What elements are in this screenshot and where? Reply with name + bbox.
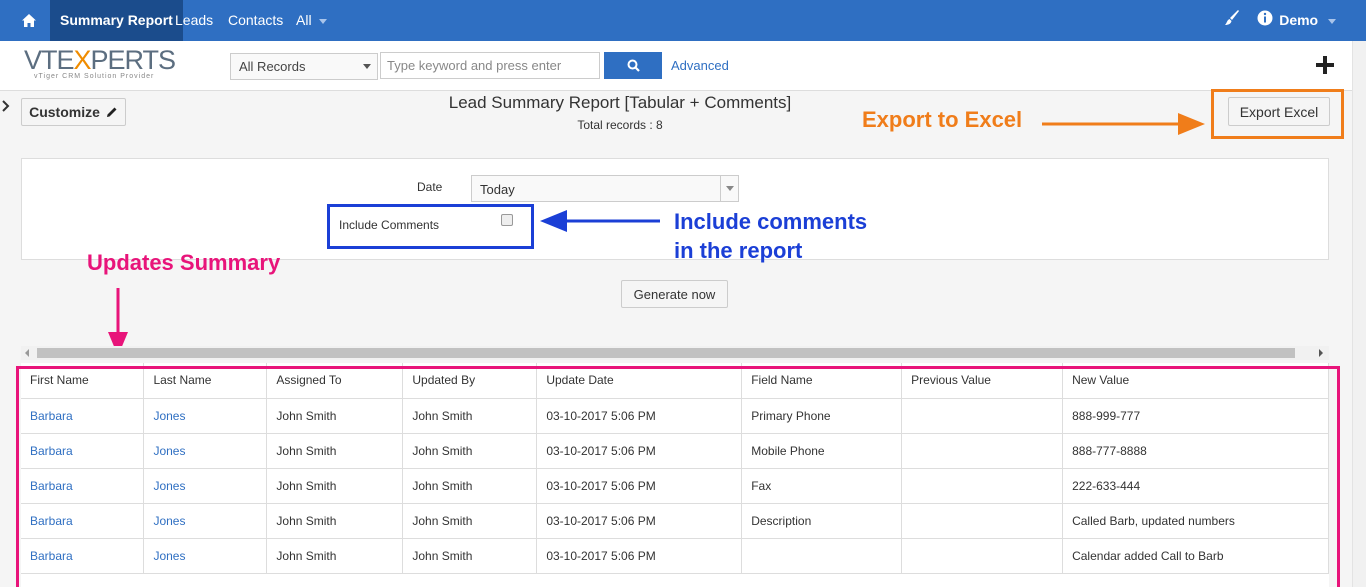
user-name: Demo (1279, 12, 1319, 28)
customize-label: Customize (29, 104, 100, 120)
chevron-down-icon (363, 64, 371, 69)
comments-annotation-line2: in the report (674, 238, 803, 263)
include-comments-checkbox[interactable] (501, 214, 513, 226)
search-button[interactable] (604, 52, 662, 79)
plus-icon[interactable] (1315, 55, 1335, 75)
scroll-thumb[interactable] (37, 348, 1295, 358)
chevron-down-icon (319, 18, 328, 24)
updates-annotation: Updates Summary (87, 250, 281, 275)
records-filter-select[interactable]: All Records (230, 53, 378, 80)
user-menu[interactable]: Demo (1279, 0, 1336, 41)
logo-text-x: X (73, 45, 92, 75)
generate-now-button[interactable]: Generate now (621, 280, 728, 308)
nav-contacts[interactable]: Contacts (228, 0, 283, 41)
pencil-icon (106, 107, 117, 117)
comments-annotation-line1: Include comments (674, 209, 868, 234)
info-icon[interactable] (1257, 9, 1273, 30)
customize-button[interactable]: Customize (21, 98, 126, 126)
nav-all[interactable]: All (296, 0, 328, 41)
scroll-left-icon[interactable] (25, 349, 29, 357)
nav-leads[interactable]: Leads (175, 0, 213, 41)
export-arrow (1042, 113, 1205, 135)
search-input[interactable] (380, 52, 600, 79)
date-select-value: Today (480, 182, 515, 197)
logo-text-a: VTE (24, 45, 75, 75)
scroll-right-icon[interactable] (1319, 349, 1323, 357)
report-title: Lead Summary Report [Tabular + Comments] (448, 93, 792, 112)
top-nav: Summary Report Leads Contacts All Demo (0, 0, 1366, 41)
export-annotation: Export to Excel (862, 107, 1023, 132)
export-excel-button[interactable]: Export Excel (1228, 97, 1330, 126)
nav-summary-report[interactable]: Summary Report (50, 0, 183, 41)
header-bar: VTEXPERTS vTiger CRM Solution Provider A… (0, 41, 1366, 91)
nav-all-label: All (296, 12, 312, 28)
chevron-down-icon (720, 176, 738, 201)
home-icon[interactable] (12, 8, 46, 32)
include-comments-label: Include Comments (339, 218, 440, 232)
date-select[interactable]: Today (471, 175, 739, 202)
logo-text-b: PERTS (90, 45, 177, 75)
chevron-down-icon (1328, 18, 1336, 24)
date-label: Date (417, 180, 443, 194)
advanced-search-link[interactable]: Advanced (671, 58, 729, 73)
total-records: Total records : 8 (577, 118, 663, 132)
page-scrollbar[interactable] (1352, 41, 1366, 587)
updates-summary-highlight-box (16, 366, 1340, 587)
sidebar-toggle-icon[interactable] (0, 97, 12, 115)
paintbrush-icon[interactable] (1224, 9, 1240, 30)
records-filter-value: All Records (239, 59, 306, 74)
table-horizontal-scrollbar[interactable] (21, 346, 1329, 360)
company-logo[interactable]: VTEXPERTS vTiger CRM Solution Provider (24, 47, 184, 87)
search-icon (627, 59, 640, 72)
comments-annotation: Include comments in the report (674, 207, 867, 265)
